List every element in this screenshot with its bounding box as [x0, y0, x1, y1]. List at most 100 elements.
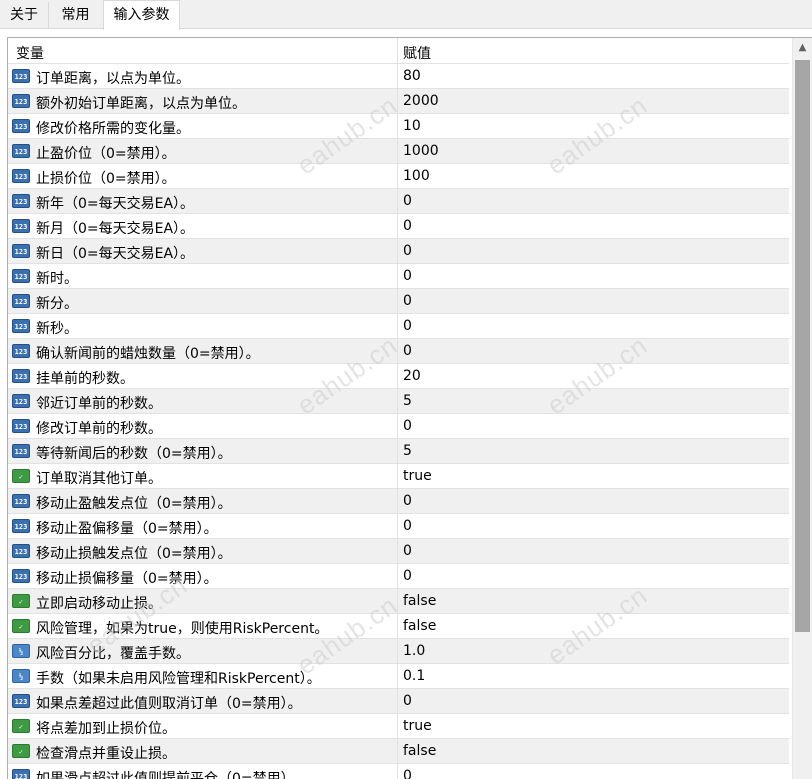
- value-cell[interactable]: 0: [398, 414, 789, 438]
- value-cell[interactable]: 5: [398, 439, 789, 463]
- value-cell[interactable]: 0: [398, 289, 789, 313]
- value-text[interactable]: 5: [403, 393, 412, 409]
- table-row[interactable]: ✓ 将点差加到止损价位。 true: [8, 714, 789, 739]
- value-text[interactable]: false: [403, 743, 436, 759]
- value-cell[interactable]: 20: [398, 364, 789, 388]
- table-row[interactable]: 123 订单距离，以点为单位。 80: [8, 64, 789, 89]
- value-text[interactable]: 0: [403, 243, 412, 259]
- header-variable[interactable]: 变量: [16, 43, 44, 63]
- value-text[interactable]: 0: [403, 493, 412, 509]
- table-row[interactable]: ½ 手数（如果未启用风险管理和RiskPercent）。 0.1: [8, 664, 789, 689]
- table-row[interactable]: ✓ 检查滑点并重设止损。 false: [8, 739, 789, 764]
- scroll-thumb[interactable]: [795, 60, 810, 632]
- table-row[interactable]: 123 如果滑点超过此值则提前平仓（0=禁用）。 0: [8, 764, 789, 779]
- value-text[interactable]: 1000: [403, 143, 439, 159]
- value-cell[interactable]: 1000: [398, 139, 789, 163]
- header-value[interactable]: 赋值: [403, 43, 431, 63]
- value-text[interactable]: 0: [403, 318, 412, 334]
- table-row[interactable]: 123 移动止损触发点位（0=禁用）。 0: [8, 539, 789, 564]
- value-cell[interactable]: 0: [398, 514, 789, 538]
- value-text[interactable]: true: [403, 718, 432, 734]
- table-row[interactable]: 123 修改价格所需的变化量。 10: [8, 114, 789, 139]
- value-text[interactable]: 0: [403, 768, 412, 779]
- table-row[interactable]: 123 新年（0=每天交易EA）。 0: [8, 189, 789, 214]
- value-text[interactable]: 0: [403, 268, 412, 284]
- value-cell[interactable]: 80: [398, 64, 789, 88]
- value-text[interactable]: 0: [403, 218, 412, 234]
- value-cell[interactable]: 5: [398, 389, 789, 413]
- value-text[interactable]: 0: [403, 543, 412, 559]
- value-cell[interactable]: 0: [398, 264, 789, 288]
- value-text[interactable]: 0: [403, 568, 412, 584]
- table-row[interactable]: ✓ 风险管理，如果为true，则使用RiskPercent。 false: [8, 614, 789, 639]
- table-row[interactable]: ✓ 订单取消其他订单。 true: [8, 464, 789, 489]
- tab-inputs[interactable]: 输入参数: [103, 0, 180, 30]
- table-row[interactable]: ½ 风险百分比，覆盖手数。 1.0: [8, 639, 789, 664]
- value-cell[interactable]: 0: [398, 214, 789, 238]
- table-row[interactable]: 123 移动止损偏移量（0=禁用）。 0: [8, 564, 789, 589]
- table-row[interactable]: ✓ 立即启动移动止损。 false: [8, 589, 789, 614]
- table-row[interactable]: 123 止损价位（0=禁用）。 100: [8, 164, 789, 189]
- value-cell[interactable]: 0: [398, 314, 789, 338]
- table-row[interactable]: 123 确认新闻前的蜡烛数量（0=禁用）。 0: [8, 339, 789, 364]
- table-row[interactable]: 123 新日（0=每天交易EA）。 0: [8, 239, 789, 264]
- value-text[interactable]: 20: [403, 368, 421, 384]
- value-text[interactable]: 1.0: [403, 643, 425, 659]
- value-cell[interactable]: 0: [398, 339, 789, 363]
- value-text[interactable]: 10: [403, 118, 421, 134]
- table-row[interactable]: 123 移动止盈触发点位（0=禁用）。 0: [8, 489, 789, 514]
- scroll-up-arrow-icon[interactable]: ▲: [793, 38, 812, 58]
- table-row[interactable]: 123 新分。 0: [8, 289, 789, 314]
- value-cell[interactable]: 0: [398, 689, 789, 713]
- table-row[interactable]: 123 等待新闻后的秒数（0=禁用）。 5: [8, 439, 789, 464]
- value-text[interactable]: 0: [403, 418, 412, 434]
- value-cell[interactable]: 0: [398, 564, 789, 588]
- value-cell[interactable]: 0: [398, 189, 789, 213]
- value-cell[interactable]: 100: [398, 164, 789, 188]
- value-text[interactable]: 0: [403, 193, 412, 209]
- variable-label: 如果滑点超过此值则提前平仓（0=禁用）。: [36, 771, 302, 779]
- value-cell[interactable]: false: [398, 614, 789, 638]
- value-text[interactable]: true: [403, 468, 432, 484]
- value-cell[interactable]: true: [398, 464, 789, 488]
- table-row[interactable]: 123 止盈价位（0=禁用）。 1000: [8, 139, 789, 164]
- int-type-icon: 123: [12, 294, 30, 308]
- value-cell[interactable]: 1.0: [398, 639, 789, 663]
- value-text[interactable]: 0.1: [403, 668, 425, 684]
- table-row[interactable]: 123 新秒。 0: [8, 314, 789, 339]
- table-row[interactable]: 123 移动止盈偏移量（0=禁用）。 0: [8, 514, 789, 539]
- table-row[interactable]: 123 如果点差超过此值则取消订单（0=禁用）。 0: [8, 689, 789, 714]
- value-text[interactable]: 100: [403, 168, 430, 184]
- value-cell[interactable]: false: [398, 739, 789, 763]
- table-row[interactable]: 123 邻近订单前的秒数。 5: [8, 389, 789, 414]
- value-cell[interactable]: 0: [398, 764, 789, 779]
- value-text[interactable]: 5: [403, 443, 412, 459]
- table-row[interactable]: 123 新时。 0: [8, 264, 789, 289]
- tab-common[interactable]: 常用: [48, 2, 104, 28]
- table-row[interactable]: 123 挂单前的秒数。 20: [8, 364, 789, 389]
- table-row[interactable]: 123 新月（0=每天交易EA）。 0: [8, 214, 789, 239]
- value-text[interactable]: 2000: [403, 93, 439, 109]
- tab-about[interactable]: 关于: [0, 2, 49, 28]
- value-cell[interactable]: 0: [398, 489, 789, 513]
- vertical-scrollbar[interactable]: ▲: [792, 38, 812, 779]
- value-text[interactable]: 0: [403, 693, 412, 709]
- value-text[interactable]: 0: [403, 343, 412, 359]
- table-row[interactable]: 123 额外初始订单距离，以点为单位。 2000: [8, 89, 789, 114]
- value-text[interactable]: 0: [403, 293, 412, 309]
- value-text[interactable]: 80: [403, 68, 421, 84]
- value-text[interactable]: 0: [403, 518, 412, 534]
- value-cell[interactable]: 10: [398, 114, 789, 138]
- value-cell[interactable]: 0: [398, 239, 789, 263]
- int-type-icon: 123: [12, 219, 30, 233]
- value-cell[interactable]: false: [398, 589, 789, 613]
- value-cell[interactable]: 2000: [398, 89, 789, 113]
- variable-label: 新日（0=每天交易EA）。: [36, 246, 195, 262]
- value-text[interactable]: false: [403, 618, 436, 634]
- value-text[interactable]: false: [403, 593, 436, 609]
- table-row[interactable]: 123 修改订单前的秒数。 0: [8, 414, 789, 439]
- value-cell[interactable]: 0.1: [398, 664, 789, 688]
- value-cell[interactable]: 0: [398, 539, 789, 563]
- variable-cell: 123 挂单前的秒数。: [8, 364, 398, 388]
- value-cell[interactable]: true: [398, 714, 789, 738]
